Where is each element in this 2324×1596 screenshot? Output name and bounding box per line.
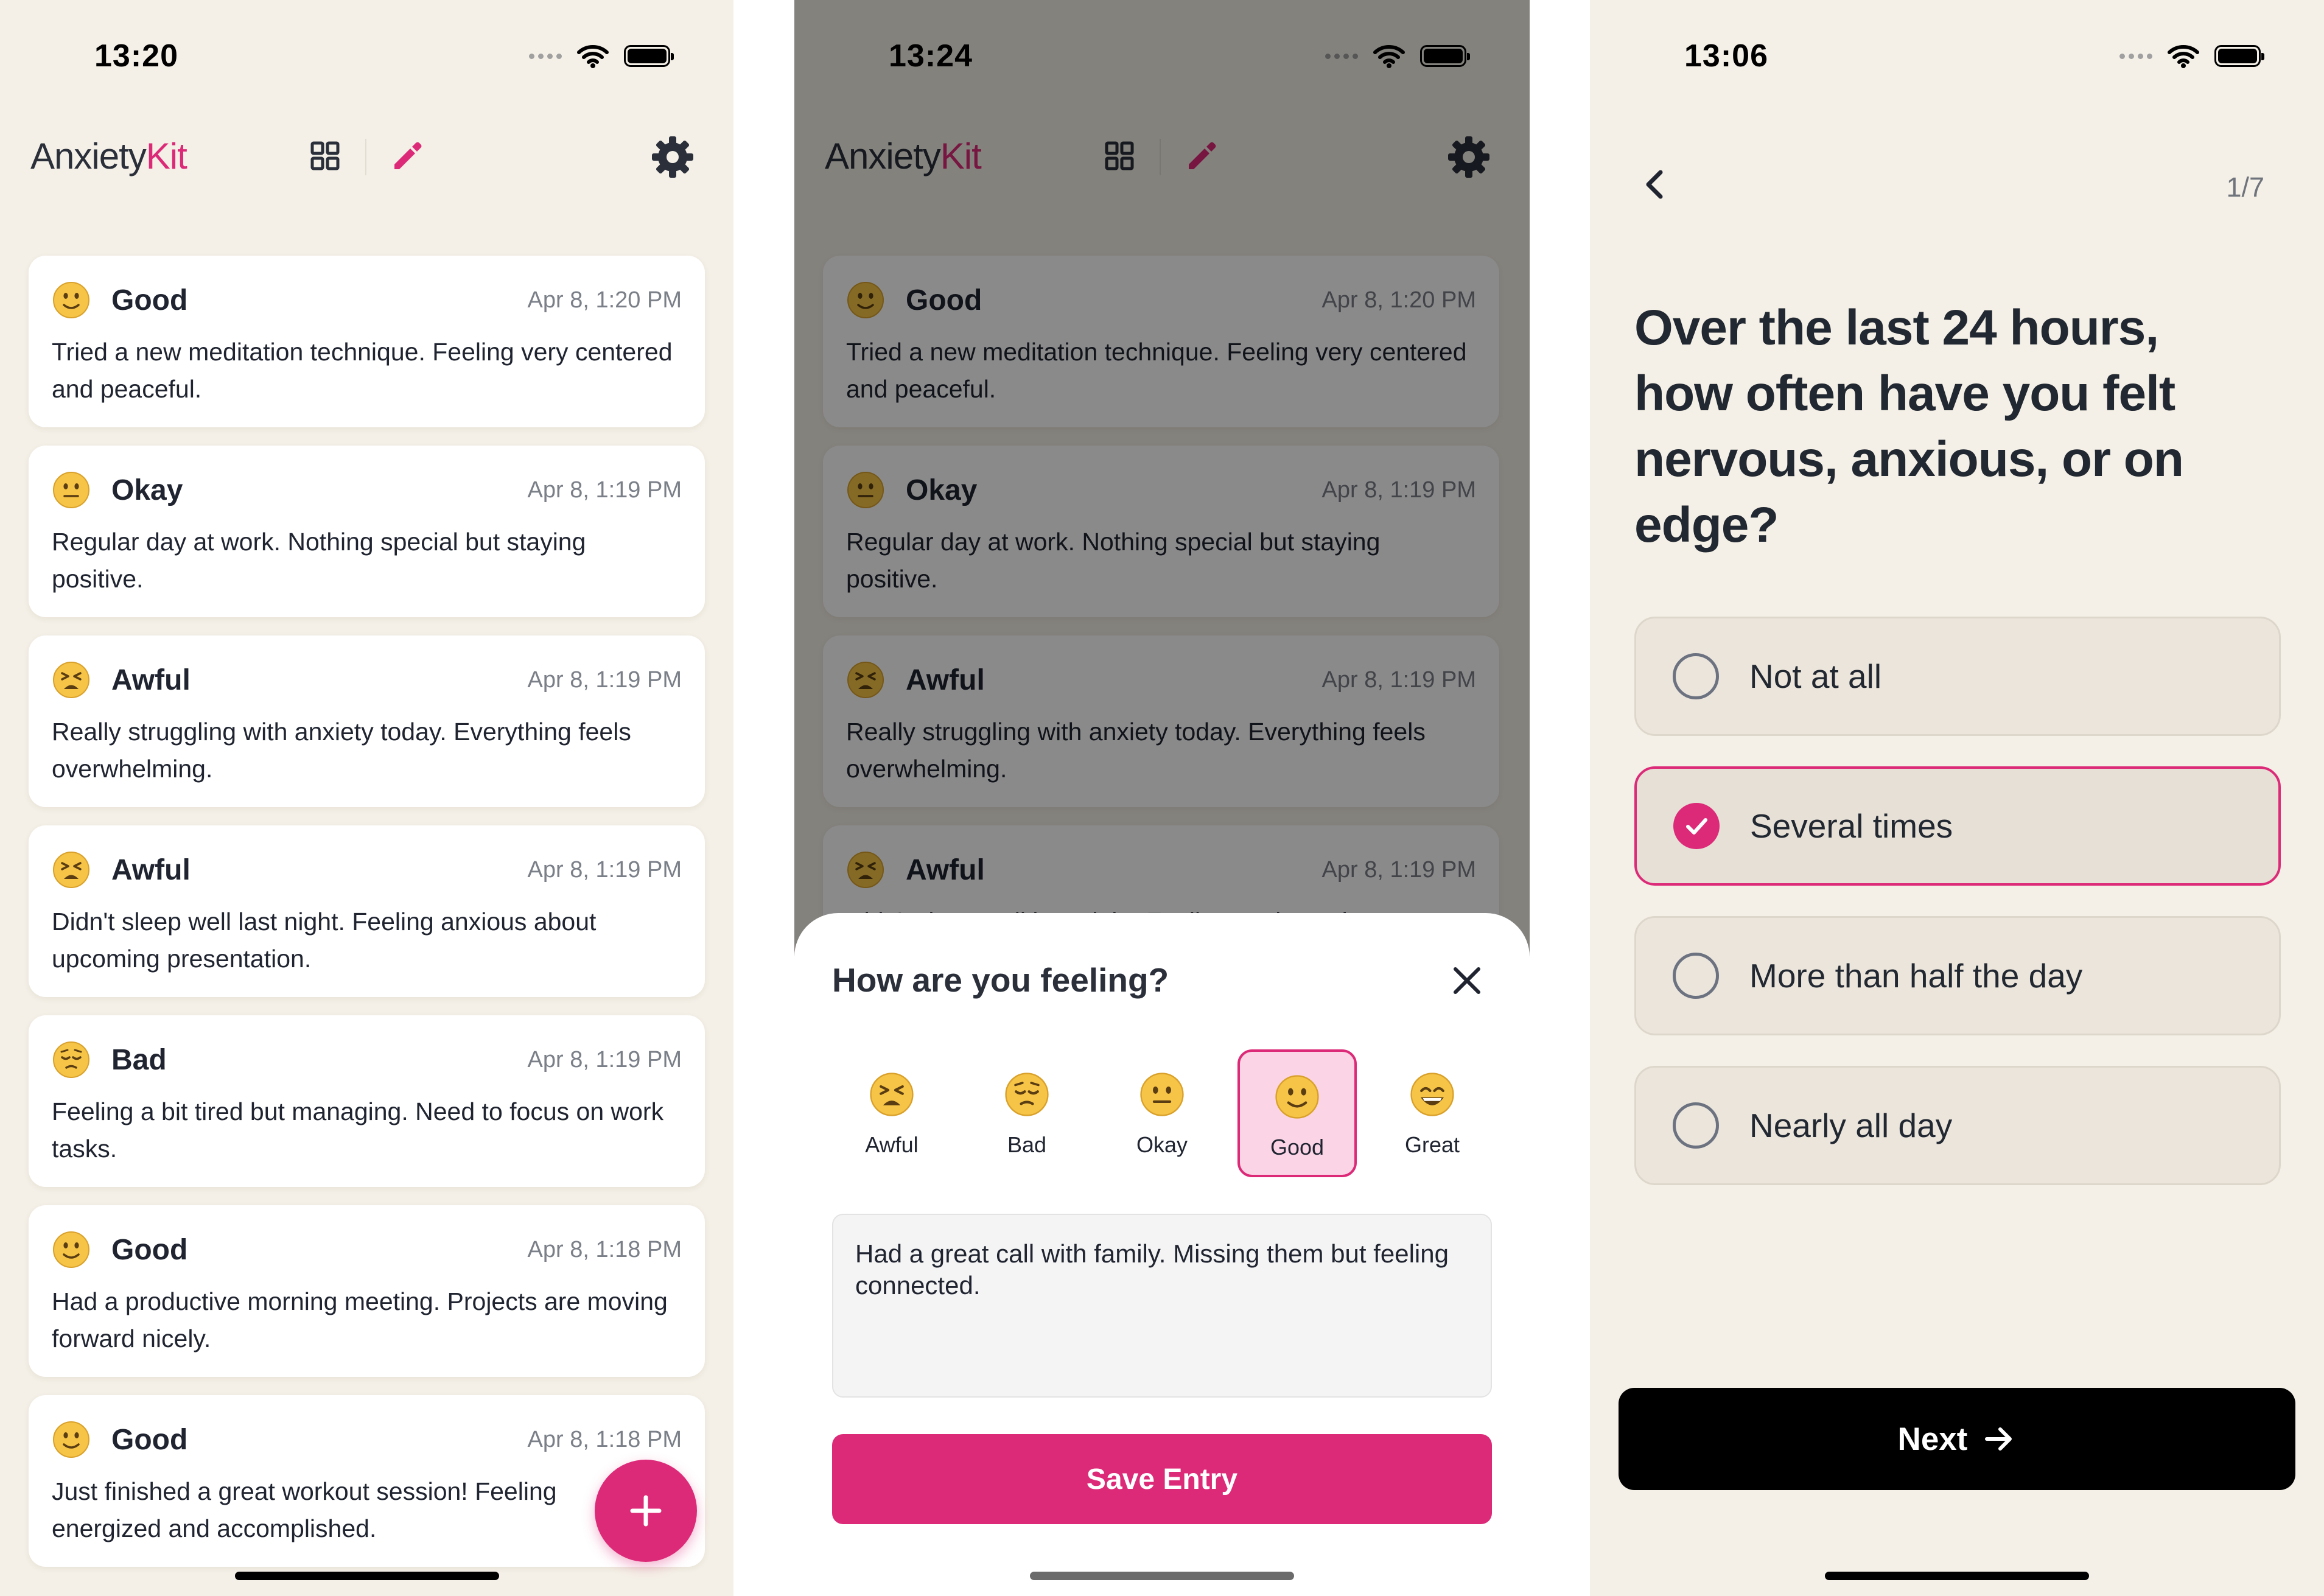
mood-option-label: Great bbox=[1404, 1132, 1460, 1157]
battery-icon bbox=[624, 45, 674, 67]
entry-card[interactable]: Awful Apr 8, 1:19 PM Didn't sleep well las… bbox=[29, 825, 705, 997]
entry-card[interactable]: Okay Apr 8, 1:19 PM Regular day at work. N… bbox=[29, 446, 705, 617]
neutral-face-icon bbox=[1139, 1071, 1185, 1118]
status-bar: 13:06 bbox=[1590, 0, 2324, 122]
status-bar: 13:20 bbox=[0, 0, 733, 122]
answer-option[interactable]: Nearly all day bbox=[1634, 1066, 2281, 1185]
plus-icon bbox=[630, 1495, 662, 1527]
mood-option-good[interactable]: Good bbox=[1237, 1049, 1357, 1177]
radio-unchecked-icon bbox=[1673, 953, 1719, 999]
answer-option[interactable]: Not at all bbox=[1634, 617, 2281, 736]
entry-note: Had a productive morning meeting. Projec… bbox=[52, 1287, 668, 1353]
gear-icon[interactable] bbox=[649, 134, 696, 180]
slightly-smiling-face-icon bbox=[1274, 1074, 1320, 1120]
entry-card[interactable]: Good Apr 8, 1:20 PM Tried a new meditation… bbox=[29, 256, 705, 427]
answer-option-label: Not at all bbox=[1749, 657, 1882, 695]
answer-option-label: Nearly all day bbox=[1749, 1107, 1953, 1144]
status-time: 13:20 bbox=[94, 38, 178, 74]
arrow-right-icon bbox=[1985, 1427, 2012, 1451]
entry-card[interactable]: Awful Apr 8, 1:19 PM Really struggling wit… bbox=[29, 635, 705, 807]
entry-card[interactable]: Bad Apr 8, 1:19 PM Feeling a bit tired but… bbox=[29, 1015, 705, 1187]
grid-icon[interactable] bbox=[309, 140, 341, 172]
app-header: AnxietyKit bbox=[0, 122, 733, 195]
question-text: Over the last 24 hours, how often have y… bbox=[1634, 300, 2184, 553]
slightly-smiling-face-icon bbox=[52, 1420, 91, 1459]
entry-mood: Awful bbox=[111, 663, 191, 696]
wifi-icon bbox=[577, 45, 609, 68]
signal-icon bbox=[2119, 53, 2152, 59]
entry-note: Feeling a bit tired but managing. Need t… bbox=[52, 1097, 664, 1163]
entry-note: Really struggling with anxiety today. Ev… bbox=[52, 718, 631, 783]
entry-note: Just finished a great workout session! F… bbox=[52, 1477, 557, 1542]
pencil-icon[interactable] bbox=[390, 139, 425, 174]
entry-list: Good Apr 8, 1:20 PM Tried a new meditation… bbox=[29, 256, 705, 1585]
entry-date: Apr 8, 1:18 PM bbox=[527, 1236, 682, 1262]
note-input[interactable]: Had a great call with family. Missing th… bbox=[832, 1214, 1492, 1398]
entry-mood: Awful bbox=[111, 853, 191, 886]
tired-face-icon bbox=[869, 1071, 915, 1118]
wifi-icon bbox=[2168, 45, 2199, 68]
grinning-face-icon bbox=[1409, 1071, 1455, 1118]
answer-option[interactable]: Several times bbox=[1634, 766, 2281, 886]
answer-option-label: Several times bbox=[1750, 807, 1953, 845]
entry-mood: Good bbox=[111, 1423, 188, 1456]
answer-option[interactable]: More than half the day bbox=[1634, 916, 2281, 1035]
entry-mood: Bad bbox=[111, 1043, 167, 1076]
tired-face-icon bbox=[52, 660, 91, 699]
entry-sheet-screen: 13:24 AnxietyKit Good Apr 8, 1:20 PM Tri… bbox=[794, 0, 1530, 1596]
mood-option-label: Good bbox=[1270, 1135, 1325, 1160]
add-entry-button[interactable] bbox=[595, 1460, 697, 1562]
pensive-face-icon bbox=[52, 1040, 91, 1079]
entry-mood: Good bbox=[111, 284, 188, 317]
app-logo: AnxietyKit bbox=[30, 136, 187, 177]
battery-icon bbox=[2214, 45, 2264, 67]
answer-options: Not at all Several times More than half th… bbox=[1634, 617, 2281, 1216]
mood-option-label: Awful bbox=[865, 1132, 919, 1157]
entry-date: Apr 8, 1:20 PM bbox=[527, 287, 682, 313]
mood-option-great[interactable]: Great bbox=[1373, 1049, 1492, 1177]
entry-mood: Okay bbox=[111, 474, 183, 506]
home-indicator bbox=[234, 1572, 499, 1580]
radio-unchecked-icon bbox=[1673, 1102, 1719, 1149]
question-progress: 1/7 bbox=[2226, 172, 2264, 203]
mood-option-awful[interactable]: Awful bbox=[832, 1049, 951, 1177]
entry-date: Apr 8, 1:18 PM bbox=[527, 1426, 682, 1452]
sheet-title: How are you feeling? bbox=[832, 961, 1169, 999]
radio-unchecked-icon bbox=[1673, 653, 1719, 699]
mood-option-okay[interactable]: Okay bbox=[1102, 1049, 1222, 1177]
assessment-screen: 13:06 1/7 Over the last 24 hours, how of… bbox=[1590, 0, 2324, 1596]
back-chevron-icon[interactable] bbox=[1639, 167, 1673, 201]
entry-date: Apr 8, 1:19 PM bbox=[527, 856, 682, 883]
entry-note: Didn't sleep well last night. Feeling an… bbox=[52, 908, 597, 973]
signal-icon bbox=[529, 53, 562, 59]
neutral-face-icon bbox=[52, 471, 91, 509]
journal-screen: 13:20 AnxietyKit Good Apr 8, 1:20 PM Tri… bbox=[0, 0, 733, 1596]
new-entry-sheet: How are you feeling? Awful Bad Okay Good Gre… bbox=[794, 913, 1530, 1596]
entry-date: Apr 8, 1:19 PM bbox=[527, 667, 682, 693]
pensive-face-icon bbox=[1004, 1071, 1050, 1118]
header-divider bbox=[365, 139, 366, 175]
entry-note: Regular day at work. Nothing special but… bbox=[52, 528, 586, 593]
home-indicator bbox=[1825, 1572, 2089, 1580]
mood-option-label: Bad bbox=[1007, 1132, 1047, 1157]
entry-card[interactable]: Good Apr 8, 1:18 PM Had a productive morni… bbox=[29, 1205, 705, 1377]
slightly-smiling-face-icon bbox=[52, 1230, 91, 1269]
radio-checked-icon bbox=[1673, 803, 1720, 849]
close-icon[interactable] bbox=[1451, 964, 1483, 997]
next-button[interactable]: Next bbox=[1619, 1388, 2295, 1490]
mood-option-bad[interactable]: Bad bbox=[967, 1049, 1087, 1177]
status-time: 13:06 bbox=[1684, 38, 1768, 74]
next-button-label: Next bbox=[1897, 1421, 1968, 1457]
home-indicator bbox=[1030, 1572, 1294, 1580]
mood-selector: Awful Bad Okay Good Great bbox=[832, 1049, 1492, 1177]
entry-date: Apr 8, 1:19 PM bbox=[527, 1046, 682, 1073]
slightly-smiling-face-icon bbox=[52, 281, 91, 320]
mood-option-label: Okay bbox=[1136, 1132, 1188, 1157]
answer-option-label: More than half the day bbox=[1749, 957, 2083, 995]
tired-face-icon bbox=[52, 850, 91, 889]
entry-date: Apr 8, 1:19 PM bbox=[527, 477, 682, 503]
entry-note: Tried a new meditation technique. Feelin… bbox=[52, 338, 673, 403]
entry-mood: Good bbox=[111, 1233, 188, 1266]
save-entry-button[interactable]: Save Entry bbox=[832, 1434, 1492, 1524]
